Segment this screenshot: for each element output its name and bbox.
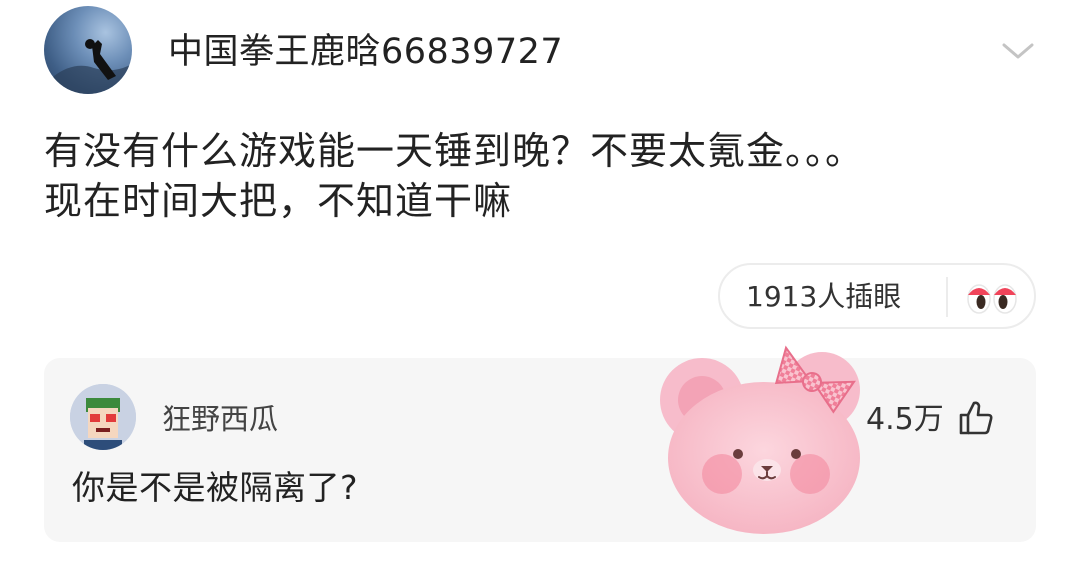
pill-divider — [946, 277, 948, 317]
thumb-up-icon[interactable] — [956, 398, 996, 438]
avatar-image — [44, 39, 132, 94]
comment-username[interactable]: 狂野西瓜 — [162, 402, 278, 436]
post-body: 有没有什么游戏能一天锤到晚？不要太氪金。。。 现在时间大把，不知道干嘛 — [44, 126, 1034, 226]
comment-card: 狂野西瓜 4.5万 你是不是被隔离了? — [44, 358, 1036, 542]
avatar[interactable] — [44, 6, 132, 94]
post-body-line: 现在时间大把，不知道干嘛 — [44, 179, 513, 223]
avatar-image — [70, 384, 136, 450]
post-body-line: 有没有什么游戏能一天锤到晚？不要太氪金。。。 — [44, 129, 865, 173]
post-header: 中国拳王鹿晗66839727 — [44, 6, 1044, 96]
comment-avatar[interactable] — [70, 384, 136, 450]
post-username[interactable]: 中国拳王鹿晗66839727 — [168, 32, 563, 72]
insert-eye-button[interactable]: 1913人插眼 — [718, 263, 1036, 329]
comment-text: 你是不是被隔离了? — [72, 468, 359, 507]
chevron-down-icon[interactable] — [998, 36, 1038, 64]
insert-count: 1913人插眼 — [746, 280, 902, 313]
eyes-icon — [967, 284, 1017, 314]
bear-sticker-image — [660, 345, 860, 534]
